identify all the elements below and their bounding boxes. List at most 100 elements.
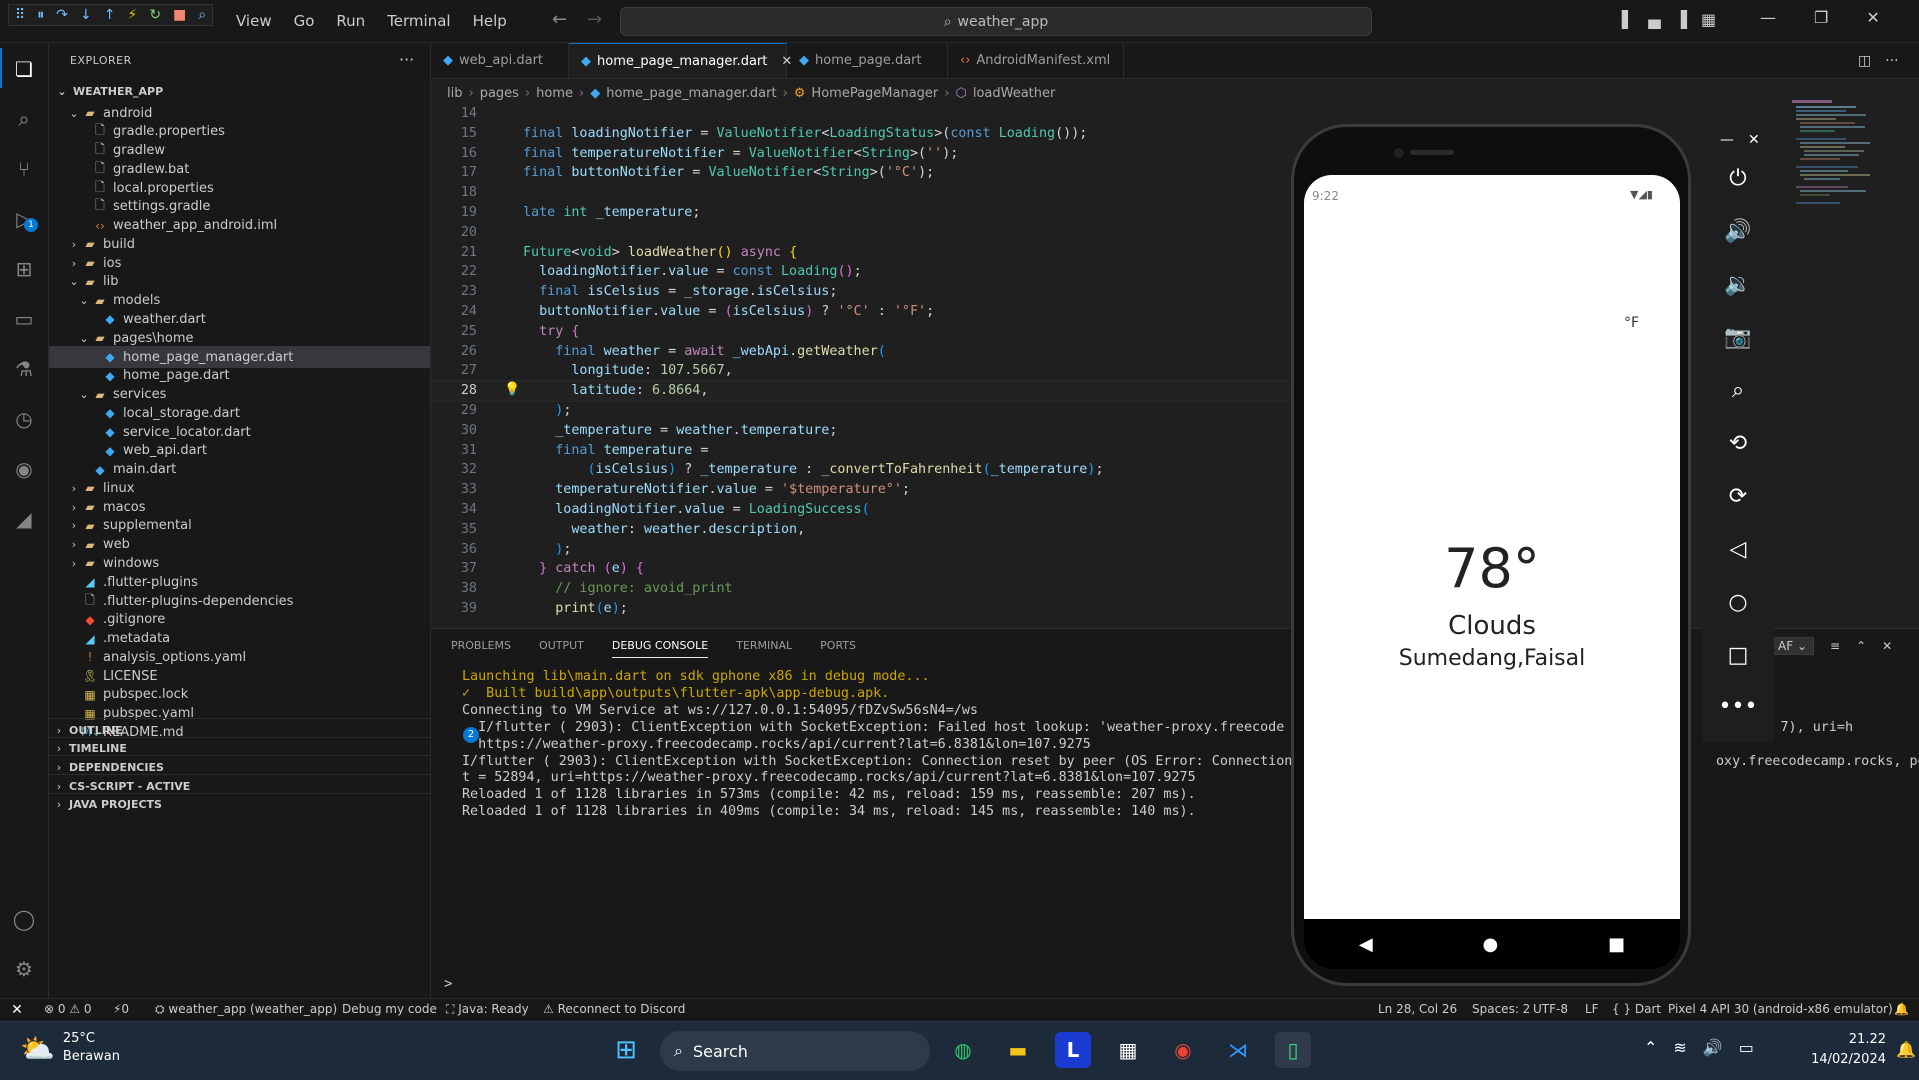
code-editor[interactable]: 14 15 final loadingNotifier = ValueNotifie… xyxy=(431,104,1291,624)
editor-tab[interactable]: ◆ home_page_manager.dart ✕ xyxy=(569,43,792,78)
zoom-icon[interactable]: ⌕ xyxy=(1702,378,1774,403)
code-line[interactable]: 18 xyxy=(431,183,1291,203)
encoding[interactable]: UTF-8 xyxy=(1533,1002,1568,1016)
console-prompt[interactable]: > xyxy=(444,976,452,992)
code-line[interactable]: 31 final temperature = xyxy=(431,441,1291,461)
timeline-icon[interactable]: ◷ xyxy=(10,405,38,433)
code-line[interactable]: 27 longitude: 107.5667, xyxy=(431,361,1291,381)
problems-count[interactable]: ⊗ 0 ⚠ 0 xyxy=(44,1002,92,1016)
toggle-secondary-sidebar-icon[interactable]: ▐ xyxy=(1675,10,1687,29)
clear-console-icon[interactable]: ≡ xyxy=(1830,639,1840,653)
extensions-icon[interactable]: ⊞ xyxy=(10,255,38,283)
notifications-bell-icon[interactable]: 🔔 xyxy=(1894,1002,1909,1016)
more-actions-icon[interactable]: ··· xyxy=(399,50,414,69)
rotate-left-icon[interactable]: ⟲ xyxy=(1702,431,1774,456)
forward-arrow-icon[interactable]: → xyxy=(587,9,602,30)
search-icon[interactable]: ⌕ xyxy=(10,105,38,133)
debug-session-dropdown[interactable]: AF ⌄ xyxy=(1771,637,1814,655)
code-line[interactable]: 17 final buttonNotifier = ValueNotifier<S… xyxy=(431,163,1291,183)
breadcrumb-home[interactable]: home xyxy=(536,86,573,101)
breadcrumb-file[interactable]: home_page_manager.dart xyxy=(606,86,776,101)
edge-browser-icon[interactable]: ◍ xyxy=(945,1032,981,1068)
code-line[interactable]: 20 xyxy=(431,223,1291,243)
drag-handle-icon[interactable]: ⠿ xyxy=(15,7,25,23)
flutter-icon[interactable]: ◢ xyxy=(10,505,38,533)
command-center-search[interactable]: ⌕ weather_app xyxy=(620,7,1372,36)
accounts-icon[interactable]: ◯ xyxy=(10,905,38,933)
indentation[interactable]: Spaces: 2 xyxy=(1472,1002,1530,1016)
back-triangle-icon[interactable]: ◁ xyxy=(1702,537,1774,562)
screenshot-camera-icon[interactable]: 📷 xyxy=(1702,325,1774,350)
maximize-panel-icon[interactable]: ⌃ xyxy=(1856,639,1866,653)
toggle-panel-icon[interactable]: ▄ xyxy=(1648,10,1660,29)
windows-start-icon[interactable]: ⊞ xyxy=(608,1032,644,1068)
step-into-icon[interactable]: ↓ xyxy=(80,7,92,23)
vscode-icon[interactable]: ⋊ xyxy=(1220,1032,1256,1068)
minimize-icon[interactable]: — xyxy=(1760,8,1776,27)
weather-widget[interactable]: ⛅ 25°C Berawan xyxy=(20,1030,120,1066)
code-line[interactable]: 29 ); xyxy=(431,401,1291,421)
tab-ports[interactable]: PORTS xyxy=(820,639,856,658)
cursor-position[interactable]: Ln 28, Col 26 xyxy=(1378,1002,1457,1016)
language-mode[interactable]: { } Dart xyxy=(1612,1002,1661,1016)
code-line[interactable]: 15 final loadingNotifier = ValueNotifier<… xyxy=(431,124,1291,144)
wifi-icon[interactable]: ≋ xyxy=(1673,1038,1686,1057)
taskbar-search[interactable]: ⌕ Search xyxy=(660,1031,930,1071)
step-over-icon[interactable]: ↷ xyxy=(56,7,68,23)
restart-icon[interactable]: ↻ xyxy=(149,7,161,23)
code-line[interactable]: 33 temperatureNotifier.value = '$tempera… xyxy=(431,480,1291,500)
lightbulb-icon[interactable]: 💡 xyxy=(504,382,520,397)
device-selector[interactable]: Pixel 4 API 30 (android-x86 emulator) xyxy=(1668,1002,1893,1016)
volume-icon[interactable]: 🔊 xyxy=(1703,1038,1723,1057)
breadcrumb-lib[interactable]: lib xyxy=(447,86,462,101)
explorer-icon[interactable]: ❏ xyxy=(10,55,38,83)
breadcrumb-method[interactable]: loadWeather xyxy=(973,86,1056,101)
tab-problems[interactable]: PROBLEMS xyxy=(451,639,511,658)
emu-minimize-icon[interactable]: — xyxy=(1720,132,1734,148)
pause-icon[interactable]: ⏸ xyxy=(37,7,44,23)
overview-square-icon[interactable]: □ xyxy=(1702,643,1774,668)
menu-help[interactable]: Help xyxy=(473,12,507,30)
power-icon[interactable]: ⏻ xyxy=(1702,166,1774,191)
tab-debug-console[interactable]: DEBUG CONSOLE xyxy=(611,639,709,658)
nav-back-icon[interactable]: ◀ xyxy=(1359,934,1373,955)
home-circle-icon[interactable]: ○ xyxy=(1702,590,1774,615)
toggle-sidebar-icon[interactable]: ▌ xyxy=(1622,10,1634,29)
code-line[interactable]: 37 } catch (e) { xyxy=(431,559,1291,579)
code-line[interactable]: 30 _temperature = weather.temperature; xyxy=(431,421,1291,441)
app-l-icon[interactable]: L xyxy=(1055,1032,1091,1068)
java-status[interactable]: ⛶ Java: Ready xyxy=(446,1002,529,1017)
nav-recents-icon[interactable]: ■ xyxy=(1608,934,1625,955)
step-out-icon[interactable]: ↑ xyxy=(104,7,116,23)
code-line[interactable]: 23 final isCelsius = _storage.isCelsius; xyxy=(431,282,1291,302)
code-line[interactable]: 34 loadingNotifier.value = LoadingSucces… xyxy=(431,500,1291,520)
chrome-icon[interactable]: ◉ xyxy=(1165,1032,1201,1068)
code-line[interactable]: 39 print(e); xyxy=(431,599,1291,619)
minimap[interactable] xyxy=(1792,100,1902,300)
settings-gear-icon[interactable]: ⚙ xyxy=(10,955,38,983)
customize-layout-icon[interactable]: ▦ xyxy=(1701,10,1716,29)
tab-output[interactable]: OUTPUT xyxy=(539,639,584,658)
inspect-icon[interactable]: ⌕ xyxy=(198,7,206,23)
line-ending[interactable]: LF xyxy=(1585,1002,1599,1016)
ports-count[interactable]: ⚡0 xyxy=(113,1002,129,1016)
back-arrow-icon[interactable]: ← xyxy=(552,9,567,30)
code-line[interactable]: 25 try { xyxy=(431,322,1291,342)
code-line[interactable]: 26 final weather = await _webApi.getWeat… xyxy=(431,342,1291,362)
close-icon[interactable]: ✕ xyxy=(1866,8,1879,27)
menu-terminal[interactable]: Terminal xyxy=(387,12,450,30)
more-dots-icon[interactable]: ••• xyxy=(1702,694,1774,719)
more-actions-icon[interactable]: ··· xyxy=(1885,53,1898,69)
testing-icon[interactable]: ⚗ xyxy=(10,355,38,383)
split-editor-icon[interactable]: ◫ xyxy=(1858,53,1871,69)
code-line[interactable]: 21 Future<void> loadWeather() async { xyxy=(431,243,1291,263)
code-line[interactable]: 14 xyxy=(431,104,1291,124)
battery-icon[interactable]: ▭ xyxy=(1739,1038,1754,1057)
code-line[interactable]: 36 ); xyxy=(431,540,1291,560)
restore-icon[interactable]: ❐ xyxy=(1814,8,1828,27)
code-line[interactable]: 28 latitude: 6.8664, xyxy=(431,380,1291,403)
volume-down-icon[interactable]: 🔉 xyxy=(1702,272,1774,297)
discord-status[interactable]: ⚠ Reconnect to Discord xyxy=(543,1002,685,1016)
editor-tab[interactable]: ◆ web_api.dart xyxy=(431,43,569,78)
workspace-root[interactable]: ⌄ WEATHER_APP xyxy=(49,80,430,102)
